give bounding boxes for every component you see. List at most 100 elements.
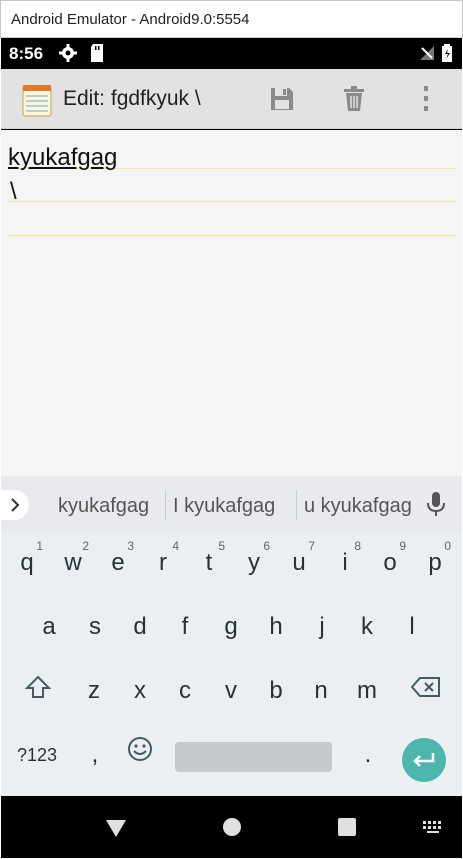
status-time: 8:56 <box>9 44 44 63</box>
key-label: u <box>292 549 306 576</box>
back-button[interactable] <box>105 818 127 843</box>
key-e[interactable]: 3e <box>96 533 140 583</box>
key-t[interactable]: 5t <box>187 533 231 583</box>
key-label: a <box>42 613 56 640</box>
shift-key[interactable] <box>16 661 60 711</box>
suggestion-3[interactable]: u kyukafgag <box>304 495 412 518</box>
key-d[interactable]: d <box>118 597 162 647</box>
key-j[interactable]: j <box>300 597 344 647</box>
key-x[interactable]: x <box>118 661 162 711</box>
key-label: h <box>269 613 283 640</box>
key-label: n <box>314 677 328 704</box>
key-label: s <box>89 613 101 640</box>
expand-suggestions-button[interactable] <box>1 490 29 520</box>
note-line-2[interactable]: \ <box>10 178 17 206</box>
key-s[interactable]: s <box>73 597 117 647</box>
key-label: , <box>91 741 99 768</box>
suggestion-strip: kyukafgag I kyukafgag u kyukafgag <box>1 476 462 533</box>
key-label: i <box>342 549 348 576</box>
back-triangle-icon <box>106 820 126 837</box>
key-y[interactable]: 6y <box>232 533 276 583</box>
key-label: d <box>133 613 147 640</box>
shift-icon <box>25 675 51 698</box>
key-label: p <box>428 549 442 576</box>
key-c[interactable]: c <box>163 661 207 711</box>
key-label: ?123 <box>16 745 58 765</box>
comma-key[interactable]: , <box>73 725 117 775</box>
key-z[interactable]: z <box>72 661 116 711</box>
suggestion-divider <box>296 490 297 520</box>
key-label: k <box>361 613 373 640</box>
save-button[interactable] <box>265 82 299 116</box>
delete-button[interactable] <box>337 82 371 116</box>
signal-icon <box>419 43 435 66</box>
key-i[interactable]: 8i <box>323 533 367 583</box>
backspace-icon <box>411 677 440 697</box>
key-u[interactable]: 7u <box>277 533 321 583</box>
note-editor[interactable]: kyukafgag \ <box>1 130 462 476</box>
key-label: c <box>179 677 191 704</box>
status-bar: 8:56 <box>1 38 462 69</box>
window-titlebar: Android Emulator - Android9.0:5554 <box>0 0 463 38</box>
key-r[interactable]: 4r <box>141 533 185 583</box>
voice-input-button[interactable] <box>426 490 446 523</box>
emoji-key[interactable] <box>118 725 162 775</box>
note-line-1[interactable]: kyukafgag <box>8 144 117 172</box>
home-button[interactable] <box>222 817 242 842</box>
more-vert-icon <box>424 86 428 111</box>
keyboard-switcher-button[interactable] <box>422 820 444 839</box>
key-n[interactable]: n <box>299 661 343 711</box>
enter-key[interactable] <box>402 738 446 782</box>
emoji-icon <box>128 737 152 761</box>
key-label: o <box>383 549 397 576</box>
key-label: e <box>111 549 125 576</box>
key-label: b <box>269 677 283 704</box>
key-label: x <box>134 677 146 704</box>
key-label: j <box>319 613 325 640</box>
space-bar[interactable] <box>175 742 332 772</box>
key-label: q <box>20 549 34 576</box>
recents-square-icon <box>338 818 356 836</box>
key-o[interactable]: 9o <box>368 533 412 583</box>
key-p[interactable]: 0p <box>413 533 457 583</box>
symbols-key[interactable]: ?123 <box>11 725 63 775</box>
notepad-app-icon <box>22 83 52 117</box>
suggestion-1[interactable]: kyukafgag <box>58 495 149 518</box>
ruled-line <box>8 235 456 236</box>
key-label: m <box>357 677 377 704</box>
overflow-menu-button[interactable] <box>409 82 443 116</box>
key-label: t <box>205 549 213 576</box>
key-label: z <box>88 677 100 704</box>
phone-screen: 8:56 Edit: fgdfkyuk \ kyukafgag \ kyukaf… <box>1 38 462 858</box>
key-q[interactable]: 1q <box>5 533 49 583</box>
key-f[interactable]: f <box>163 597 207 647</box>
key-label: w <box>64 549 82 576</box>
key-h[interactable]: h <box>254 597 298 647</box>
key-label: l <box>409 613 415 640</box>
key-k[interactable]: k <box>345 597 389 647</box>
window-title: Android Emulator - Android9.0:5554 <box>11 11 250 28</box>
system-nav-bar <box>1 796 462 858</box>
key-label: f <box>181 613 189 640</box>
enter-icon <box>413 753 435 767</box>
key-g[interactable]: g <box>209 597 253 647</box>
backspace-key[interactable] <box>403 661 447 711</box>
key-label: v <box>225 677 237 704</box>
soft-keyboard: kyukafgag I kyukafgag u kyukafgag 1q 2w … <box>1 476 462 796</box>
key-a[interactable]: a <box>27 597 71 647</box>
trash-icon <box>344 86 364 111</box>
key-b[interactable]: b <box>254 661 298 711</box>
period-key[interactable]: . <box>346 725 390 775</box>
key-m[interactable]: m <box>345 661 389 711</box>
chevron-right-icon <box>11 498 20 512</box>
key-v[interactable]: v <box>209 661 253 711</box>
key-w[interactable]: 2w <box>51 533 95 583</box>
key-label: g <box>224 613 238 640</box>
keyboard-icon <box>423 821 441 833</box>
recents-button[interactable] <box>337 817 357 842</box>
suggestion-divider <box>165 490 166 520</box>
key-l[interactable]: l <box>390 597 434 647</box>
suggestion-2[interactable]: I kyukafgag <box>173 495 275 518</box>
microphone-icon <box>427 492 445 516</box>
toolbar-title: Edit: fgdfkyuk \ <box>63 87 201 110</box>
